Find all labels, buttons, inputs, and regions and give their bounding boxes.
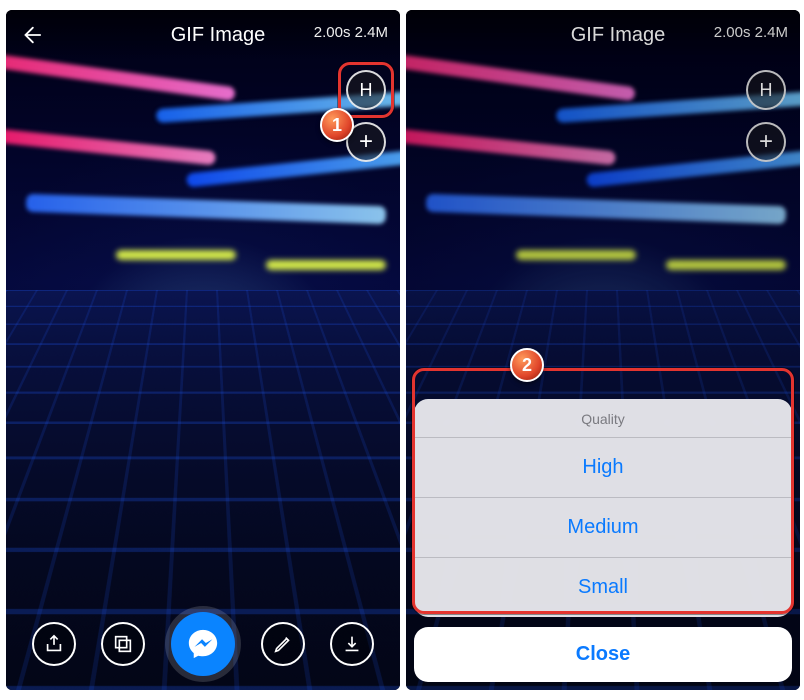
messenger-icon [186, 627, 220, 661]
add-button[interactable]: + [346, 122, 386, 162]
quality-button[interactable]: H [346, 70, 386, 110]
pencil-icon [272, 633, 294, 655]
bottom-actions [6, 612, 400, 676]
layers-icon [112, 633, 134, 655]
screenshot-left: GIF Image 2.00s 2.4M H + 1 [6, 10, 400, 690]
plus-icon: + [359, 130, 373, 154]
header: GIF Image 2.00s 2.4M [6, 10, 400, 60]
quality-sheet-group: Quality High Medium Small [414, 399, 792, 617]
download-icon [341, 633, 363, 655]
quality-letter: H [360, 80, 373, 101]
quality-option-high[interactable]: High [414, 437, 792, 497]
quality-sheet-title: Quality [414, 399, 792, 437]
quality-action-sheet: Quality High Medium Small Close [414, 399, 792, 682]
edit-button[interactable] [261, 622, 305, 666]
share-button[interactable] [32, 622, 76, 666]
quality-close-button[interactable]: Close [414, 627, 792, 682]
layers-button[interactable] [101, 622, 145, 666]
gif-meta: 2.00s 2.4M [314, 24, 388, 41]
gif-preview [6, 10, 400, 690]
download-button[interactable] [330, 622, 374, 666]
screenshot-right: GIF Image 2.00s 2.4M H + Quality High Me… [406, 10, 800, 690]
share-icon [43, 633, 65, 655]
messenger-button[interactable] [171, 612, 235, 676]
quality-option-small[interactable]: Small [414, 557, 792, 617]
quality-option-medium[interactable]: Medium [414, 497, 792, 557]
